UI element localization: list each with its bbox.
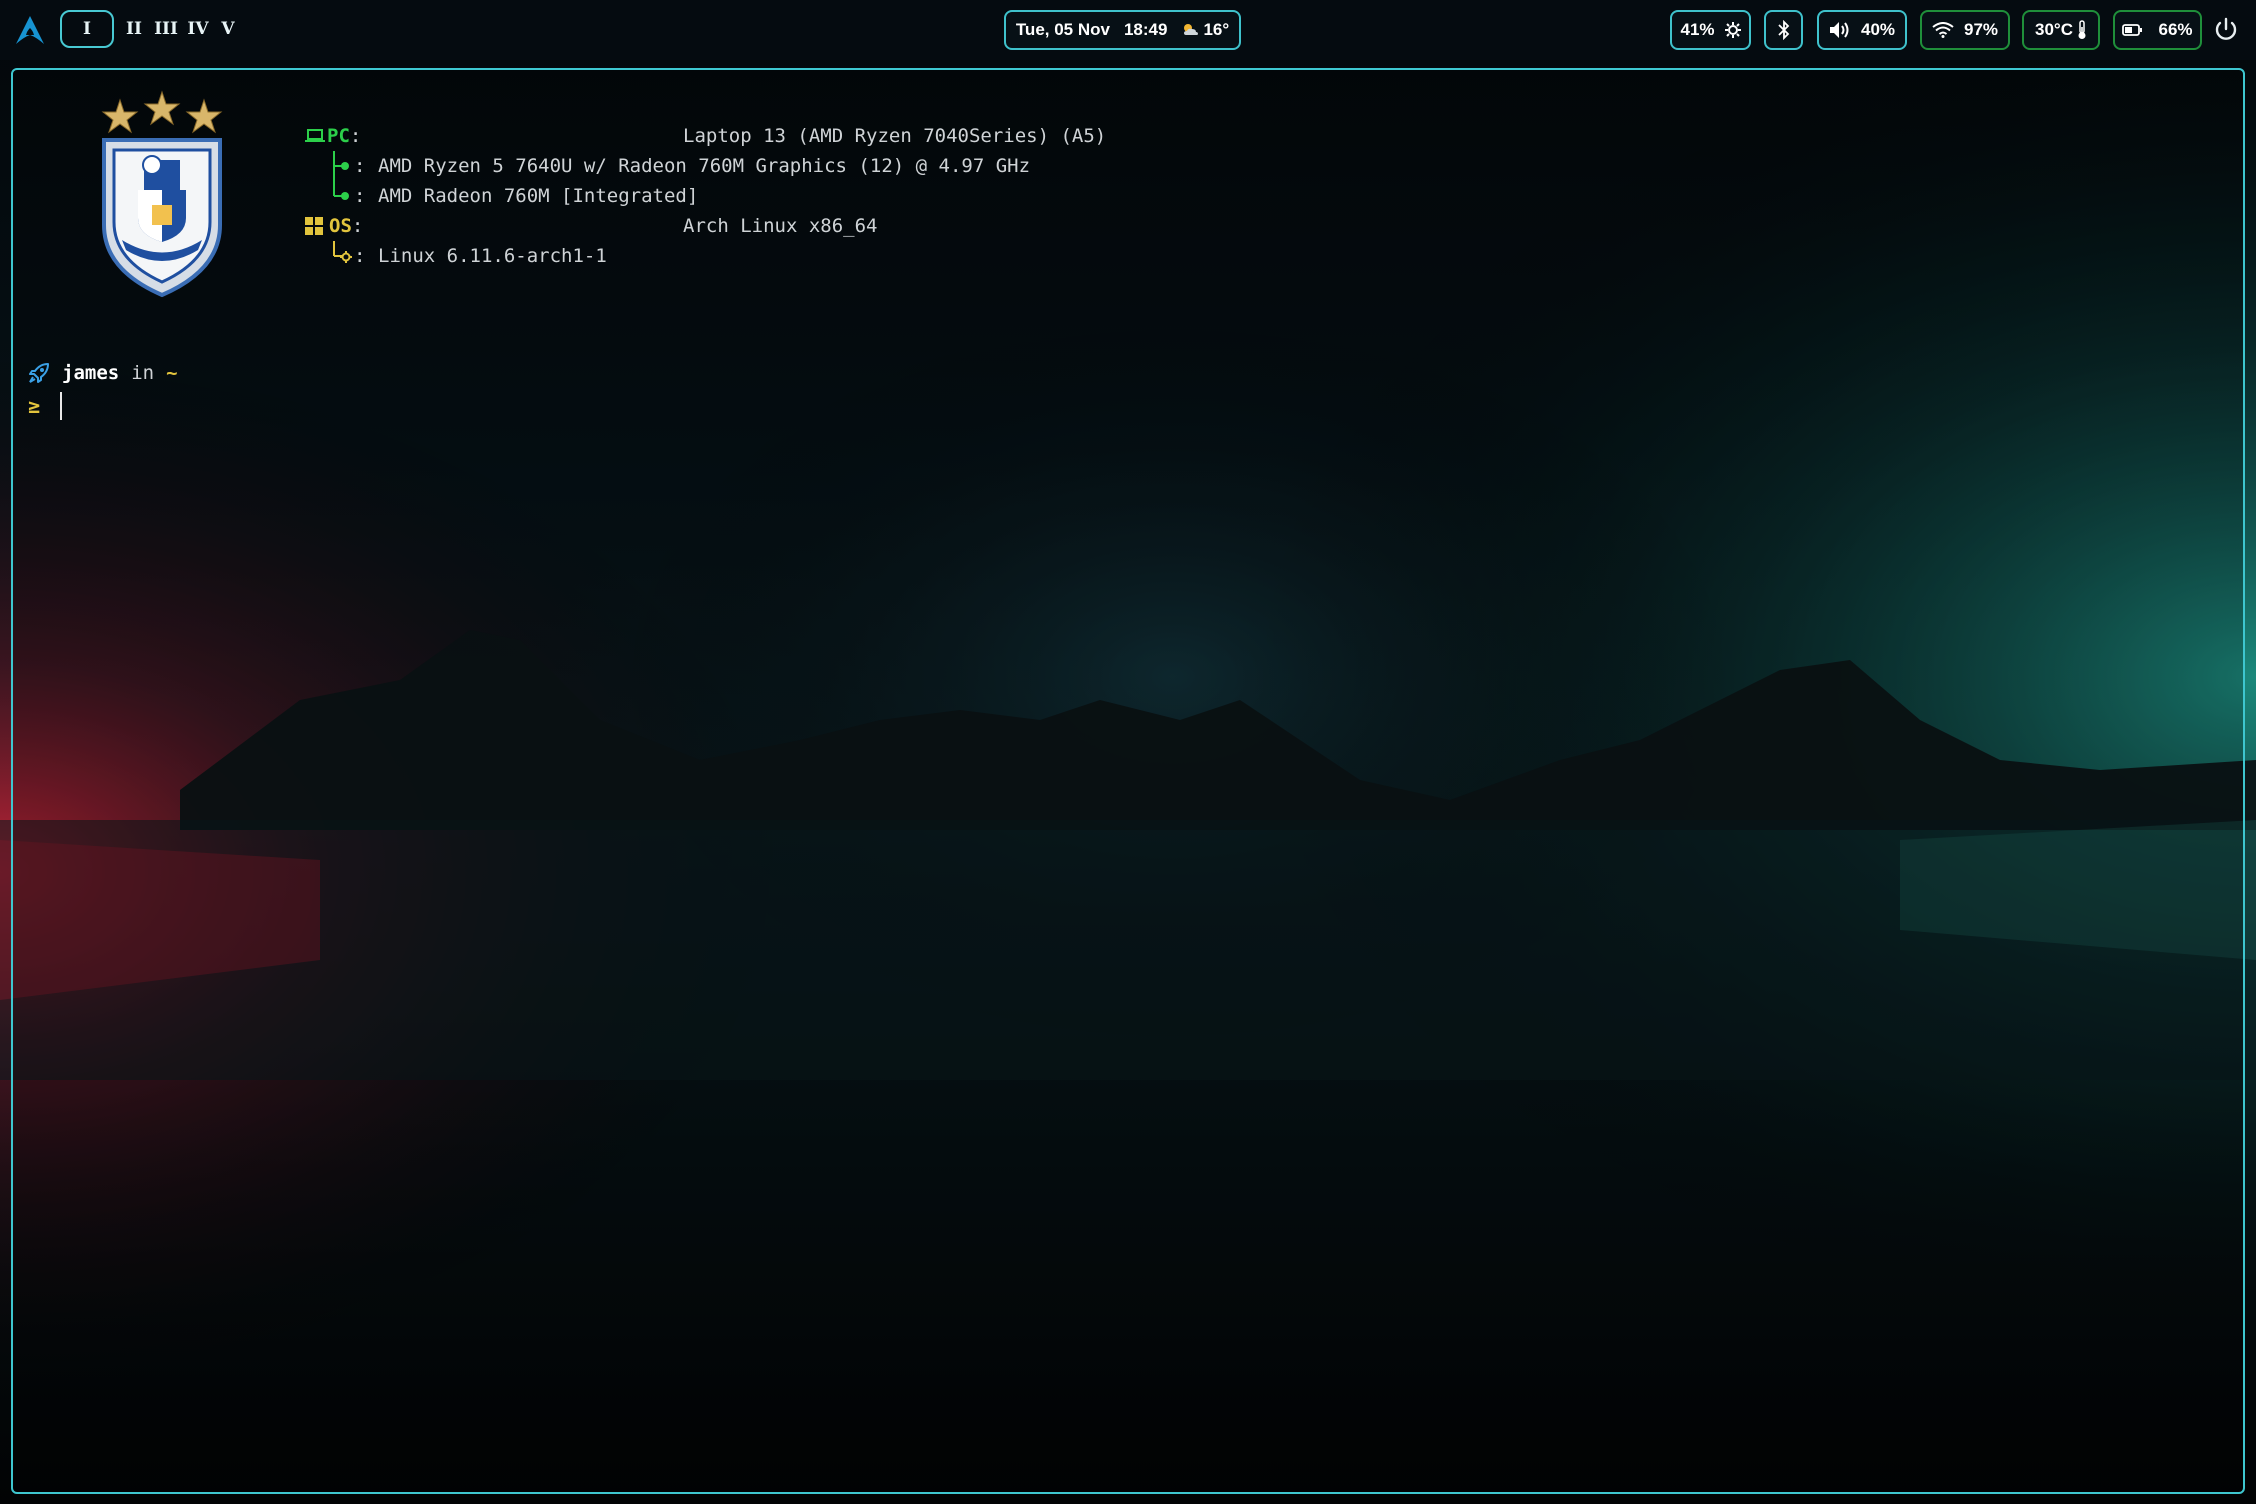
bluetooth-icon (1777, 20, 1789, 40)
prompt-user: james (62, 362, 120, 384)
arch-logo-icon[interactable] (14, 15, 46, 45)
workspace-2-button[interactable]: II (122, 10, 146, 48)
fetch-pc-line: PC : Laptop 13 (AMD Ryzen 7040Series) (A… (305, 121, 1106, 151)
workspace-label: II (126, 19, 142, 39)
thermometer-icon (2078, 20, 2086, 39)
brightness-widget[interactable]: 41% (1670, 10, 1751, 50)
status-bar: I II III IV V Tue, 05 Nov 18:49 16° 41% (0, 0, 2256, 60)
club-crest-logo (101, 90, 223, 298)
gpu-icon (333, 181, 349, 200)
wifi-icon (1932, 22, 1954, 38)
workspace-label: III (154, 19, 178, 39)
workspace-label: V (221, 19, 235, 39)
volume-value: 40% (1860, 20, 1896, 39)
pc-value: Laptop 13 (AMD Ryzen 7040Series) (A5) (683, 125, 1107, 147)
pc-key: PC (327, 125, 350, 147)
laptop-icon (305, 129, 325, 142)
battery-icon (2122, 24, 2143, 36)
weather-temp: 16° (1203, 20, 1230, 39)
os-value: Arch Linux x86_64 (683, 215, 878, 237)
time-text: 18:49 (1123, 20, 1168, 39)
brightness-icon (1724, 22, 1741, 38)
clock-widget[interactable]: Tue, 05 Nov 18:49 16° (1004, 10, 1241, 50)
separator: : (354, 185, 366, 207)
battery-value: 66% (2158, 20, 2193, 39)
workspace-3-button[interactable]: III (152, 10, 180, 48)
prompt-directory: ~ (166, 362, 178, 384)
weather-group: 16° (1181, 20, 1229, 40)
battery-widget[interactable]: 66% (2113, 10, 2202, 50)
volume-widget[interactable]: 40% (1817, 10, 1907, 50)
workspace-1-button[interactable]: I (60, 10, 114, 48)
command-input-line[interactable]: ≥ (28, 392, 63, 420)
fetch-cpu-line: : AMD Ryzen 5 7640U w/ Radeon 760M Graph… (330, 151, 1030, 181)
rocket-icon (29, 363, 49, 383)
separator: : (351, 215, 364, 237)
kernel-gear-icon (333, 241, 352, 263)
separator: : (354, 245, 366, 267)
text-cursor (60, 392, 63, 420)
gpu-value: AMD Radeon 760M [Integrated] (378, 185, 699, 207)
bluetooth-widget[interactable] (1764, 10, 1803, 50)
workspace-label: IV (187, 19, 209, 39)
brightness-value: 41% (1680, 20, 1715, 39)
prompt-in: in (131, 362, 155, 384)
cpu-icon (333, 151, 349, 181)
partly-cloudy-icon (1184, 24, 1199, 35)
prompt-symbol: ≥ (28, 394, 41, 418)
os-key: OS (329, 215, 352, 237)
kernel-value: Linux 6.11.6-arch1-1 (378, 245, 607, 267)
speaker-icon (1829, 22, 1849, 38)
temperature-widget[interactable]: 30°C (2022, 10, 2100, 50)
wifi-value: 97% (1963, 20, 1999, 39)
terminal-window[interactable] (11, 68, 2245, 1494)
workspace-label: I (83, 19, 91, 39)
workspace-4-button[interactable]: IV (184, 10, 212, 48)
fetch-gpu-line: : AMD Radeon 760M [Integrated] (330, 181, 698, 211)
wifi-widget[interactable]: 97% (1920, 10, 2010, 50)
fetch-kernel-line: : Linux 6.11.6-arch1-1 (330, 241, 607, 271)
power-icon[interactable] (2212, 16, 2240, 44)
workspace-5-button[interactable]: V (216, 10, 240, 48)
separator: : (349, 125, 362, 147)
fetch-os-line: OS : Arch Linux x86_64 (305, 211, 877, 241)
shell-prompt: james in ~ (28, 362, 178, 384)
separator: : (354, 155, 366, 177)
temperature-value: 30°C (2035, 20, 2073, 39)
date-text: Tue, 05 Nov (1015, 20, 1110, 39)
cpu-value: AMD Ryzen 5 7640U w/ Radeon 760M Graphic… (378, 155, 1031, 177)
windows-logo-icon (305, 217, 323, 235)
